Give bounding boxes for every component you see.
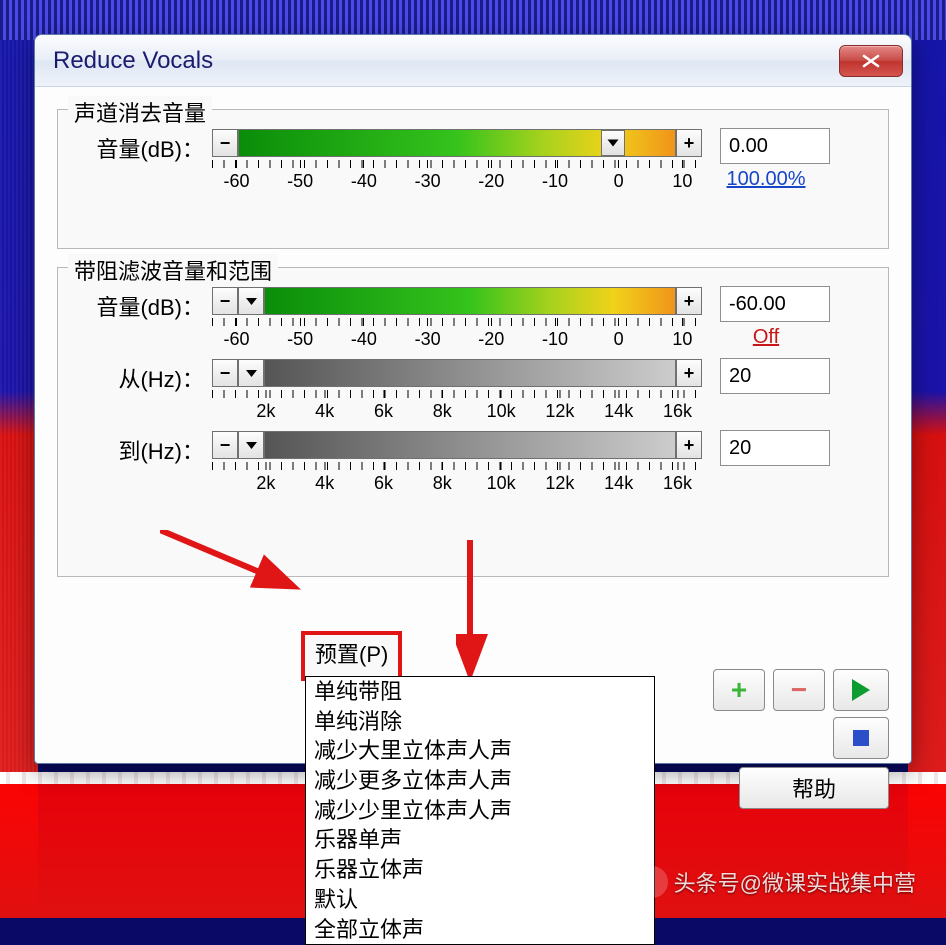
- g2v-tick-scale: -60 -50 -40 -30 -20 -10 0 10: [212, 318, 702, 350]
- help-button[interactable]: 帮助: [739, 767, 889, 809]
- g1-slider-thumb[interactable]: [601, 130, 625, 156]
- g2v-value-input[interactable]: [720, 286, 830, 322]
- g2v-status-link[interactable]: Off: [753, 326, 779, 349]
- remove-preset-button[interactable]: −: [773, 669, 825, 711]
- g2f-plus-button[interactable]: +: [676, 359, 702, 387]
- g2t-plus-button[interactable]: +: [676, 431, 702, 459]
- g2f-slider-track[interactable]: [264, 359, 676, 387]
- g2t-minus-button[interactable]: −: [212, 431, 238, 459]
- g2f-tick-scale: 2k 4k 6k 8k 10k 12k 14k 16k: [212, 390, 702, 422]
- g1-plus-button[interactable]: +: [676, 129, 702, 157]
- g2f-minus-button[interactable]: −: [212, 359, 238, 387]
- g2f-dropdown-button[interactable]: [238, 359, 264, 387]
- preset-option[interactable]: 乐器单声: [306, 825, 654, 855]
- play-icon: [852, 679, 870, 701]
- g1-tick-scale: -60 -50 -40 -30 -20 -10 0 10: [212, 160, 702, 192]
- g1-slider-track[interactable]: [238, 129, 676, 157]
- preset-action-buttons: + −: [713, 669, 889, 759]
- watermark-text: 头条号@微课实战集中营: [674, 866, 916, 898]
- group1-legend: 声道消去音量: [68, 96, 212, 128]
- g1-volume-label: 音量(dB)：: [74, 128, 212, 164]
- annotation-arrow-1-icon: [160, 530, 310, 610]
- g2v-minus-button[interactable]: −: [212, 287, 238, 315]
- preset-option[interactable]: 减少少里立体声人声: [306, 796, 654, 826]
- g1-percent-link[interactable]: 100.00%: [727, 168, 806, 191]
- preset-option[interactable]: 默认: [306, 885, 654, 915]
- preset-option[interactable]: 乐器立体声: [306, 855, 654, 885]
- g2v-plus-button[interactable]: +: [676, 287, 702, 315]
- g2-from-label: 从(Hz)：: [74, 358, 212, 394]
- group-channel-remove-volume: 声道消去音量 音量(dB)： − +: [57, 109, 889, 249]
- close-button[interactable]: [839, 45, 903, 77]
- window-title: Reduce Vocals: [53, 47, 213, 75]
- g1-minus-button[interactable]: −: [212, 129, 238, 157]
- preset-option[interactable]: 单纯消除: [306, 707, 654, 737]
- group2-legend: 带阻滤波音量和范围: [68, 254, 278, 286]
- g2-to-label: 到(Hz)：: [74, 430, 212, 466]
- g2-volume-label: 音量(dB)：: [74, 286, 212, 322]
- watermark-avatar-icon: [636, 866, 668, 898]
- g2t-tick-scale: 2k 4k 6k 8k 10k 12k 14k 16k: [212, 462, 702, 494]
- annotation-arrow-2-icon: [456, 540, 496, 690]
- stop-button[interactable]: [833, 717, 889, 759]
- watermark: 头条号@微课实战集中营: [636, 866, 916, 898]
- g2v-dropdown-button[interactable]: [238, 287, 264, 315]
- preset-option[interactable]: 单纯带阻: [306, 677, 654, 707]
- g2v-slider-track[interactable]: [264, 287, 676, 315]
- preset-option[interactable]: 全部立体声: [306, 915, 654, 945]
- stop-icon: [853, 730, 869, 746]
- play-button[interactable]: [833, 669, 889, 711]
- titlebar[interactable]: Reduce Vocals: [35, 35, 911, 87]
- g2f-value-input[interactable]: [720, 358, 830, 394]
- g1-value-input[interactable]: [720, 128, 830, 164]
- preset-option[interactable]: 减少更多立体声人声: [306, 766, 654, 796]
- g2t-value-input[interactable]: [720, 430, 830, 466]
- preset-dropdown-list[interactable]: 单纯带阻单纯消除减少大里立体声人声减少更多立体声人声减少少里立体声人声乐器单声乐…: [305, 676, 655, 945]
- preset-label: 预置(P): [301, 631, 402, 681]
- add-preset-button[interactable]: +: [713, 669, 765, 711]
- preset-option[interactable]: 减少大里立体声人声: [306, 736, 654, 766]
- g2t-dropdown-button[interactable]: [238, 431, 264, 459]
- g2t-slider-track[interactable]: [264, 431, 676, 459]
